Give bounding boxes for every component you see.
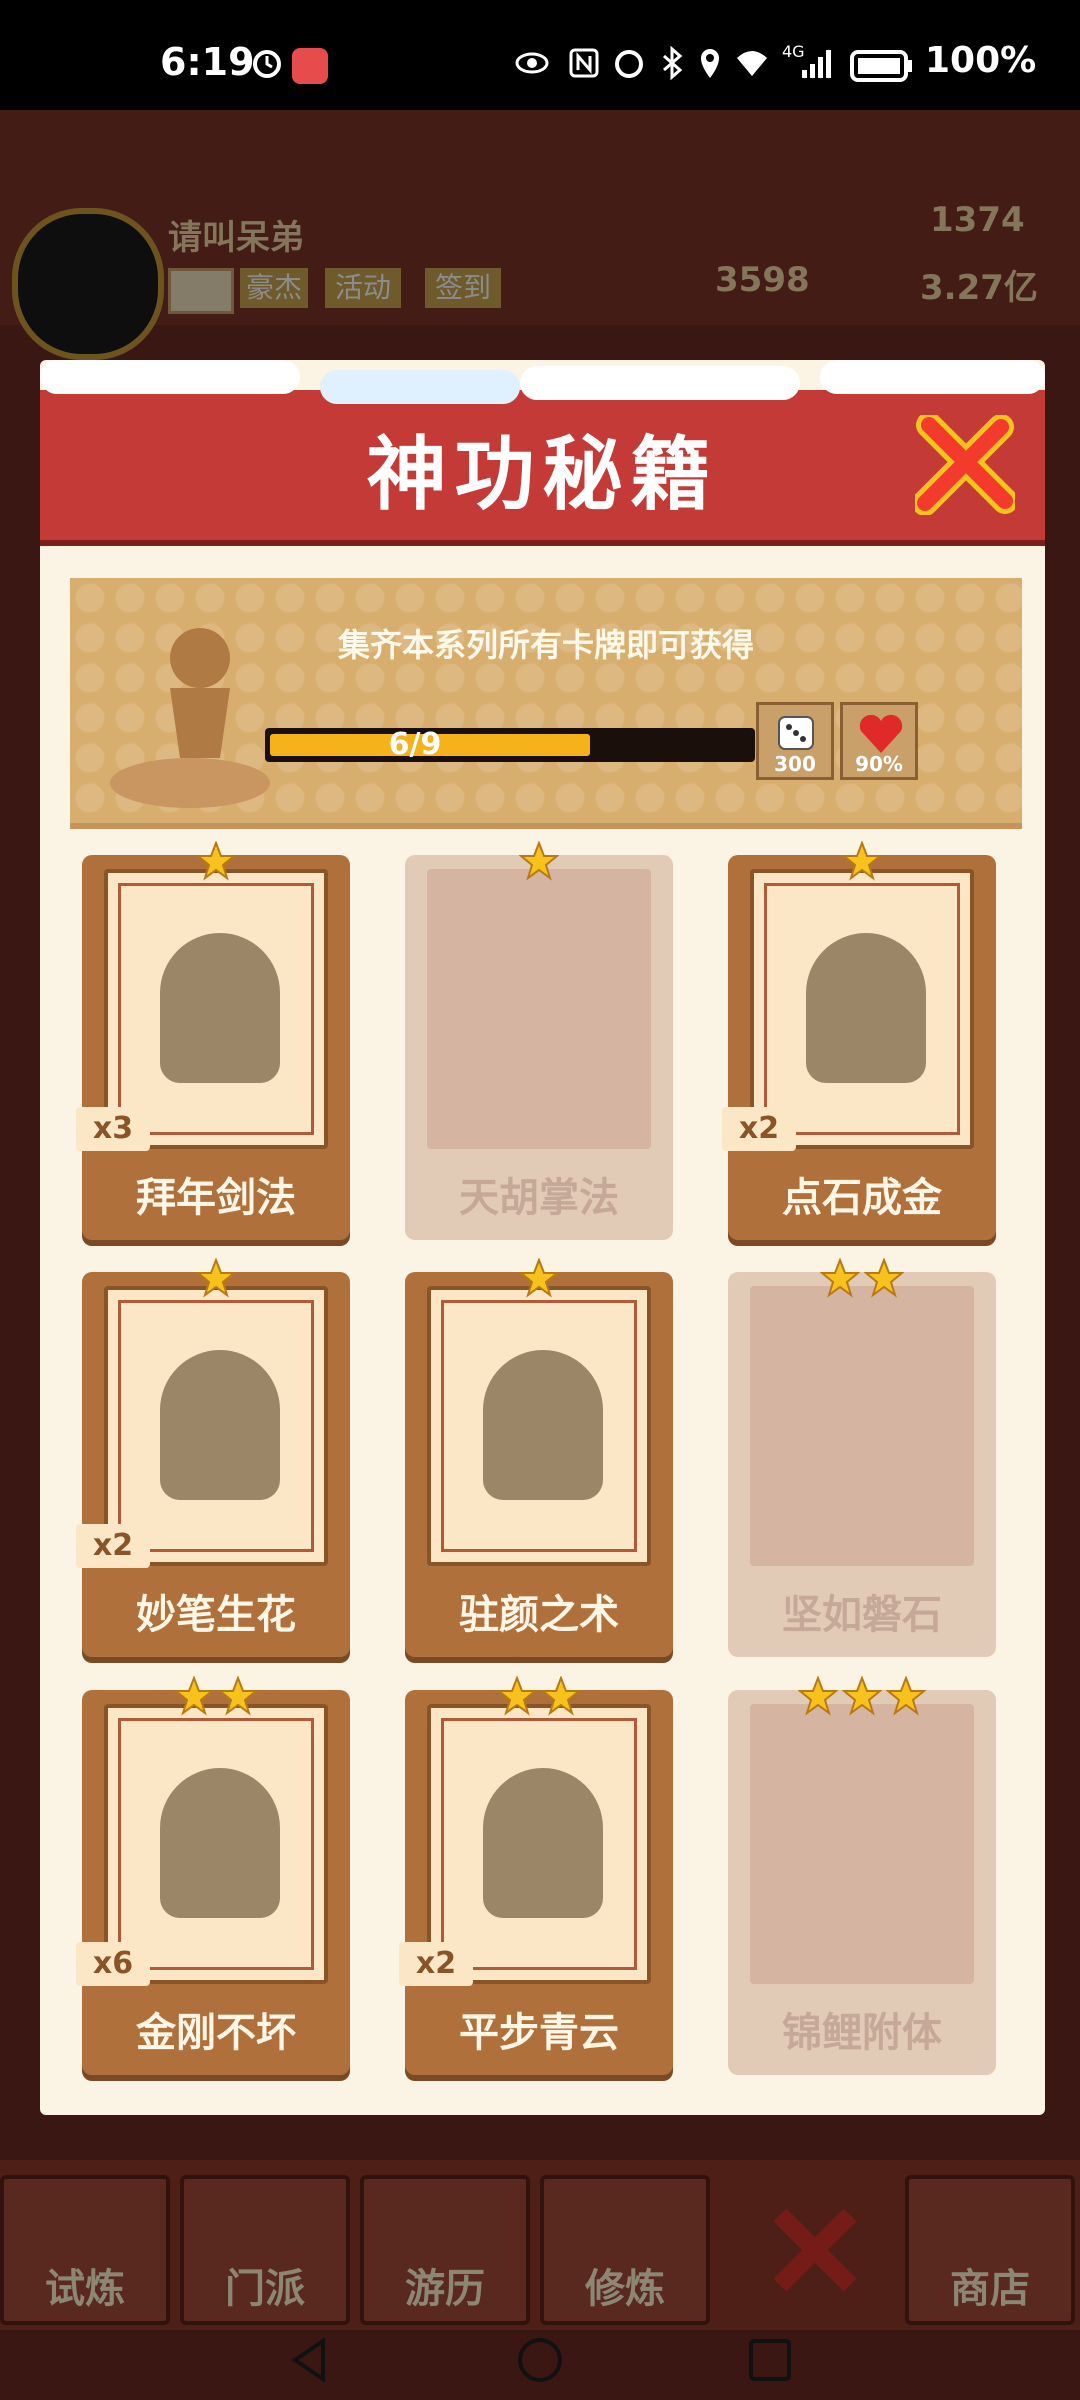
- star-icon: [173, 1675, 215, 1716]
- back-icon[interactable]: [285, 2335, 335, 2385]
- card-item[interactable]: 驻颜之术: [405, 1257, 673, 1657]
- system-nav-bar: [0, 2240, 1080, 2400]
- close-icon[interactable]: [915, 415, 1015, 515]
- card-stars: [405, 840, 673, 885]
- cloud-rider-icon: [483, 1768, 603, 1918]
- card-art: [427, 1286, 651, 1566]
- card-item[interactable]: 坚如磐石: [728, 1257, 996, 1657]
- home-icon[interactable]: [515, 2335, 565, 2385]
- snow-decoration: [320, 370, 520, 404]
- card-count-badge: x2: [76, 1524, 150, 1568]
- heart-icon: [859, 714, 903, 753]
- recents-icon[interactable]: [745, 2335, 795, 2385]
- card-art-locked: [427, 869, 651, 1149]
- nfc-icon: [569, 48, 599, 78]
- app-notification-icon: [292, 48, 328, 84]
- card-count-badge: x2: [722, 1107, 796, 1151]
- modal-title: 神功秘籍: [366, 428, 719, 521]
- star-icon: [217, 1675, 259, 1716]
- card-name: 锦鲤附体: [782, 2010, 942, 2056]
- mask-icon: [483, 1350, 603, 1500]
- signal-icon: [802, 50, 831, 78]
- reward-heart-value: 90%: [855, 752, 903, 776]
- card-name: 平步青云: [459, 2010, 619, 2056]
- muscle-icon: [160, 1768, 280, 1918]
- card-count-badge: x3: [76, 1107, 150, 1151]
- card-name: 金刚不坏: [136, 2010, 296, 2056]
- alarm-icon: [253, 50, 281, 78]
- snow-decoration: [40, 360, 300, 394]
- card-name: 坚如磐石: [782, 1592, 942, 1638]
- progress-label: 6/9: [388, 727, 442, 762]
- card-count-badge: x6: [76, 1942, 150, 1986]
- sword-icon: [160, 933, 280, 1083]
- card-stars: [405, 1675, 673, 1720]
- star-icon: [841, 840, 883, 881]
- card-stars: [728, 1257, 996, 1302]
- card-name: 妙笔生花: [136, 1592, 296, 1638]
- dice-icon: [778, 716, 814, 750]
- location-icon: [701, 49, 719, 78]
- card-stars: [728, 840, 996, 885]
- bluetooth-icon: [663, 46, 683, 80]
- card-item[interactable]: x2 平步青云: [399, 1675, 673, 2075]
- card-stars: [82, 1675, 350, 1720]
- status-bar: 6:19 4G 100%: [0, 0, 1080, 110]
- card-stars: [405, 1257, 673, 1302]
- star-icon: [496, 1675, 538, 1716]
- card-count-badge: x2: [399, 1942, 473, 1986]
- card-name: 驻颜之术: [459, 1592, 619, 1638]
- eye-icon: [515, 52, 549, 74]
- card-item[interactable]: x3 拜年剑法: [76, 840, 350, 1240]
- star-icon: [863, 1257, 905, 1298]
- battery-percentage: 100%: [925, 40, 1037, 81]
- card-item[interactable]: x6 金刚不坏: [76, 1675, 350, 2075]
- card-stars: [728, 1675, 996, 1720]
- gold-finger-icon: [806, 933, 926, 1083]
- card-item[interactable]: 天胡掌法: [405, 840, 673, 1240]
- card-item[interactable]: x2 妙笔生花: [76, 1257, 350, 1657]
- card-art-locked: [750, 1704, 974, 1984]
- card-item[interactable]: x2 点石成金: [722, 840, 996, 1240]
- star-icon: [885, 1675, 927, 1716]
- star-icon: [841, 1675, 883, 1716]
- card-name: 点石成金: [782, 1175, 942, 1221]
- card-item[interactable]: 锦鲤附体: [728, 1675, 996, 2075]
- star-icon: [819, 1257, 861, 1298]
- star-icon: [518, 1257, 560, 1298]
- snow-decoration: [820, 360, 1045, 394]
- card-name: 拜年剑法: [136, 1175, 296, 1221]
- alarm-clock-icon: [615, 50, 643, 78]
- star-icon: [195, 1257, 237, 1298]
- card-stars: [82, 840, 350, 885]
- star-icon: [518, 840, 560, 881]
- banner-text: 集齐本系列所有卡牌即可获得: [337, 626, 754, 664]
- card-art-locked: [750, 1286, 974, 1566]
- snow-decoration: [520, 366, 800, 400]
- battery-icon: [850, 50, 912, 82]
- reward-dice-value: 300: [774, 752, 816, 776]
- flower-hand-icon: [160, 1350, 280, 1500]
- card-stars: [82, 1257, 350, 1302]
- wifi-icon: [737, 51, 767, 76]
- status-time: 6:19: [160, 40, 255, 84]
- card-name: 天胡掌法: [459, 1175, 619, 1221]
- star-icon: [540, 1675, 582, 1716]
- star-icon: [797, 1675, 839, 1716]
- star-icon: [195, 840, 237, 881]
